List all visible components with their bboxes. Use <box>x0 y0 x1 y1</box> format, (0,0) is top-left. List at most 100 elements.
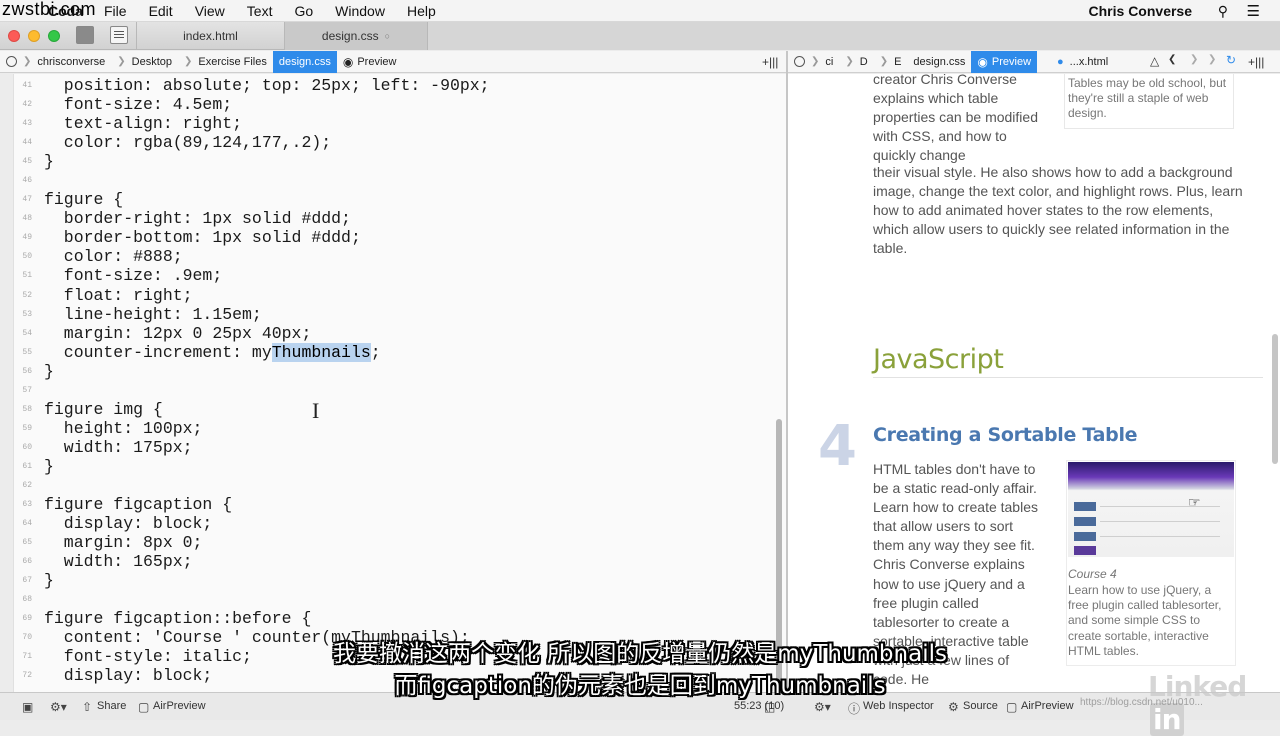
code-text[interactable]: line-height: 1.15em; <box>36 305 262 324</box>
code-text[interactable]: figure figcaption::before { <box>36 609 311 628</box>
bookmark-triangle-icon[interactable]: △ <box>1150 54 1159 68</box>
code-line[interactable]: 53 line-height: 1.15em; <box>14 305 490 324</box>
code-line[interactable]: 41 position: absolute; top: 25px; left: … <box>14 76 490 95</box>
spotlight-search-icon[interactable]: ⚲ <box>1218 3 1228 20</box>
code-text[interactable]: display: block; <box>36 514 213 533</box>
window-maximize-button[interactable] <box>48 30 60 42</box>
menu-help[interactable]: Help <box>407 3 436 19</box>
editor-scrollbar[interactable] <box>776 74 782 692</box>
code-text[interactable]: height: 100px; <box>36 419 203 438</box>
web-inspector-button[interactable]: Web Inspector <box>863 700 934 712</box>
path-item-design-css[interactable]: design.css <box>272 50 337 73</box>
code-line[interactable]: 64 display: block; <box>14 514 490 533</box>
code-line[interactable]: 45} <box>14 152 490 171</box>
code-line[interactable]: 46 <box>14 171 490 190</box>
preview-scrollbar[interactable] <box>1272 334 1278 464</box>
code-line[interactable]: 44 color: rgba(89,124,177,.2); <box>14 133 490 152</box>
code-text[interactable]: margin: 12px 0 25px 40px; <box>36 324 312 343</box>
airpreview-icon[interactable]: ▢ <box>138 700 149 714</box>
reload-icon[interactable]: ↻ <box>1226 53 1236 67</box>
tab-design-css[interactable]: design.css ○ <box>284 22 428 50</box>
code-text[interactable]: text-align: right; <box>36 114 242 133</box>
code-line[interactable]: 52 float: right; <box>14 286 490 305</box>
tab-close-icon[interactable]: ○ <box>385 31 390 41</box>
code-text[interactable]: figure figcaption { <box>36 495 232 514</box>
code-line[interactable]: 57 <box>14 381 490 400</box>
gear-icon[interactable]: ⚙▾ <box>814 700 831 714</box>
notification-list-icon[interactable]: ☰ <box>1247 2 1260 20</box>
code-text[interactable]: color: #888; <box>36 247 183 266</box>
code-text[interactable]: ; <box>371 343 381 362</box>
path-item-desktop[interactable]: ❯ Desktop <box>111 51 178 73</box>
menu-go[interactable]: Go <box>294 3 313 19</box>
code-line[interactable]: 43 text-align: right; <box>14 114 490 133</box>
preview-path-d[interactable]: ❯ D <box>839 51 873 73</box>
path-item-preview[interactable]: ◉ Preview <box>337 51 403 73</box>
airpreview-icon[interactable]: ▢ <box>1006 700 1017 714</box>
code-text[interactable]: width: 175px; <box>36 438 193 457</box>
preview-path-preview[interactable]: ◉ Preview <box>971 50 1038 73</box>
preview-path-design-css[interactable]: design.css <box>907 51 971 73</box>
airpreview-right-button[interactable]: AirPreview <box>1021 700 1074 712</box>
split-view-icon[interactable]: +||| <box>762 55 778 69</box>
code-text[interactable]: } <box>36 152 54 171</box>
code-text[interactable]: } <box>36 457 54 476</box>
code-text[interactable]: } <box>36 571 54 590</box>
path-site-button[interactable]: ❯ chrisconverse <box>0 51 111 73</box>
back-icon[interactable]: ❮ <box>1168 54 1176 65</box>
code-text[interactable]: figure { <box>36 190 123 209</box>
split-icon[interactable]: ◫ <box>764 700 775 714</box>
code-line[interactable]: 49 border-bottom: 1px solid #ddd; <box>14 228 490 247</box>
code-line[interactable]: 65 margin: 8px 0; <box>14 533 490 552</box>
code-line[interactable]: 54 margin: 12px 0 25px 40px; <box>14 324 490 343</box>
code-text[interactable]: } <box>36 362 54 381</box>
code-text[interactable]: figure img { <box>36 400 163 419</box>
code-line[interactable]: 66 width: 165px; <box>14 552 490 571</box>
course-thumbnail-image[interactable]: ☞ <box>1068 462 1234 557</box>
code-text[interactable]: font-size: .9em; <box>36 266 222 285</box>
sites-toggle-button[interactable] <box>76 26 94 44</box>
menu-text[interactable]: Text <box>247 3 273 19</box>
code-line[interactable]: 68 <box>14 590 490 609</box>
code-text[interactable]: color: rgba(89,124,177,.2); <box>36 133 331 152</box>
code-line[interactable]: 42 font-size: 4.5em; <box>14 95 490 114</box>
code-line[interactable]: 61} <box>14 457 490 476</box>
user-menu[interactable]: Chris Converse <box>1089 3 1192 19</box>
code-line[interactable]: 55 counter-increment: my Thumbnails; <box>14 342 490 362</box>
code-line[interactable]: 56} <box>14 362 490 381</box>
code-text[interactable]: font-size: 4.5em; <box>36 95 232 114</box>
source-icon[interactable]: ⚙ <box>948 700 959 714</box>
source-button[interactable]: Source <box>963 700 998 712</box>
code-text[interactable]: float: right; <box>36 286 193 305</box>
code-line[interactable]: 67} <box>14 571 490 590</box>
code-editor[interactable]: 41 position: absolute; top: 25px; left: … <box>0 74 786 692</box>
tab-index-html[interactable]: index.html <box>136 22 284 50</box>
code-line[interactable]: 48 border-right: 1px solid #ddd; <box>14 209 490 228</box>
gear-icon[interactable]: ⚙▾ <box>50 700 67 714</box>
code-line[interactable]: 60 width: 175px; <box>14 438 490 457</box>
preview-path-site[interactable]: ❯ ci <box>788 51 839 73</box>
code-line[interactable]: 62 <box>14 476 490 495</box>
menu-file[interactable]: File <box>104 3 127 19</box>
code-line[interactable]: 50 color: #888; <box>14 247 490 266</box>
window-minimize-button[interactable] <box>28 30 40 42</box>
preview-file-select[interactable]: ● ...x.html <box>1051 51 1114 73</box>
window-close-button[interactable] <box>8 30 20 42</box>
code-text[interactable]: position: absolute; top: 25px; left: -90… <box>36 76 490 95</box>
app-name-menu[interactable]: Coda <box>48 3 83 19</box>
forward-alt-icon[interactable]: ❯ <box>1208 54 1216 65</box>
code-line[interactable]: 59 height: 100px; <box>14 419 490 438</box>
code-text[interactable]: border-bottom: 1px solid #ddd; <box>36 228 361 247</box>
forward-icon[interactable]: ❯ <box>1190 54 1198 65</box>
sidebar-toggle-button[interactable] <box>110 26 128 44</box>
preview-path-e[interactable]: ❯ E <box>874 51 908 73</box>
code-line[interactable]: 47 figure { <box>14 190 490 209</box>
code-text[interactable]: border-right: 1px solid #ddd; <box>36 209 351 228</box>
menu-edit[interactable]: Edit <box>149 3 173 19</box>
code-text[interactable]: width: 165px; <box>36 552 193 571</box>
split-view-icon[interactable]: +||| <box>1248 55 1264 69</box>
airpreview-button[interactable]: AirPreview <box>153 700 206 712</box>
share-icon[interactable]: ⇧ <box>82 700 92 714</box>
web-preview-pane[interactable]: creator Chris Converse explains which ta… <box>788 74 1280 692</box>
inspector-icon[interactable]: ⓘ <box>848 700 860 717</box>
